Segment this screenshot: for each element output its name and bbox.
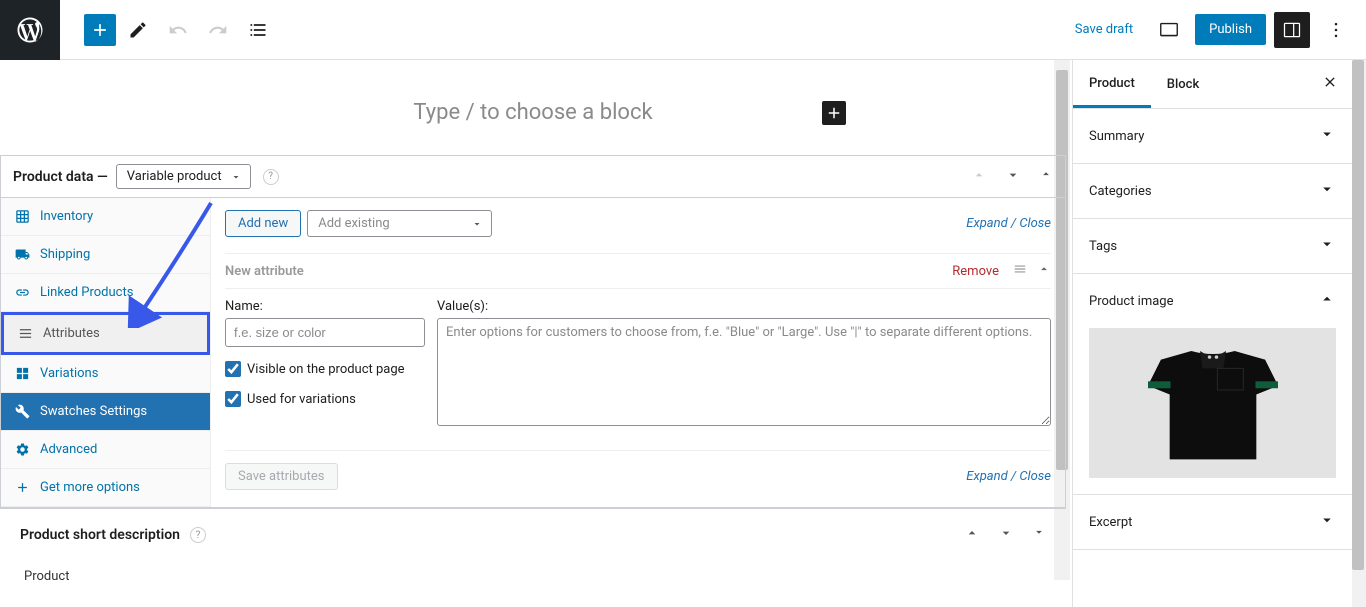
- outer-scroll-thumb[interactable]: [1352, 60, 1364, 570]
- new-attribute-label: New attribute: [225, 264, 304, 279]
- expand-close-link[interactable]: Expand / Close: [966, 216, 1051, 231]
- product-image-preview[interactable]: [1073, 328, 1352, 494]
- collapse-attr-icon[interactable]: [1037, 262, 1051, 280]
- bottom-product-label: Product: [0, 561, 1066, 592]
- used-variations-checkbox[interactable]: [225, 391, 241, 407]
- short-desc-collapse-icon[interactable]: [1032, 525, 1046, 545]
- tab-swatches-settings[interactable]: Swatches Settings: [1, 393, 210, 431]
- chevron-down-icon: [1318, 511, 1336, 533]
- editor-area: Type / to choose a block Product data — …: [0, 60, 1066, 607]
- panel-tags-header[interactable]: Tags: [1073, 219, 1352, 273]
- short-description-panel: Product short description ?: [0, 508, 1066, 561]
- sidebar-tab-block[interactable]: Block: [1151, 63, 1215, 106]
- product-data-header: Product data — Variable product ?: [1, 156, 1065, 198]
- product-type-select[interactable]: Variable product: [116, 164, 251, 189]
- product-data-body: Inventory Shipping Linked Products Attri…: [1, 198, 1065, 507]
- tab-advanced[interactable]: Advanced: [1, 431, 210, 469]
- chevron-up-icon: [1318, 290, 1336, 312]
- product-data-label: Product data —: [13, 169, 108, 185]
- close-sidebar-icon[interactable]: [1308, 60, 1352, 108]
- attribute-form: Name: Visible on the product page Used f…: [225, 288, 1051, 430]
- publish-button[interactable]: Publish: [1195, 14, 1266, 45]
- panel-categories: Categories: [1073, 164, 1352, 219]
- chevron-down-icon: [1318, 235, 1336, 257]
- sidebar-tabs: Product Block: [1073, 60, 1352, 109]
- block-placeholder-text[interactable]: Type / to choose a block: [413, 100, 652, 125]
- options-icon[interactable]: [1318, 12, 1354, 48]
- tab-shipping[interactable]: Shipping: [1, 236, 210, 274]
- short-desc-down-icon[interactable]: [998, 525, 1014, 545]
- remove-link[interactable]: Remove: [952, 264, 999, 279]
- tab-get-more-options[interactable]: Get more options: [1, 469, 210, 507]
- add-new-button[interactable]: Add new: [225, 210, 301, 237]
- sidebar-tab-product[interactable]: Product: [1073, 62, 1151, 108]
- panel-excerpt: Excerpt: [1073, 495, 1352, 550]
- attributes-content: Add new Add existing Expand / Close New …: [211, 198, 1065, 507]
- help-icon[interactable]: ?: [263, 169, 279, 185]
- panel-tags: Tags: [1073, 219, 1352, 274]
- toggle-block-inserter[interactable]: [84, 14, 116, 46]
- panel-categories-header[interactable]: Categories: [1073, 164, 1352, 218]
- panel-summary: Summary: [1073, 109, 1352, 164]
- panel-collapse-icon[interactable]: [1039, 167, 1053, 187]
- save-attributes-button[interactable]: Save attributes: [225, 463, 338, 490]
- short-desc-label: Product short description: [20, 527, 180, 543]
- settings-toggle[interactable]: [1274, 12, 1310, 48]
- panel-down-icon[interactable]: [1005, 167, 1021, 187]
- expand-close-link-bottom[interactable]: Expand / Close: [966, 469, 1051, 484]
- inline-inserter[interactable]: [822, 101, 846, 125]
- tabs-sidebar: Inventory Shipping Linked Products Attri…: [1, 198, 211, 507]
- panel-product-image: Product image: [1073, 274, 1352, 495]
- tab-inventory[interactable]: Inventory: [1, 198, 210, 236]
- undo-icon[interactable]: [160, 12, 196, 48]
- visible-checkbox-label: Visible on the product page: [247, 362, 405, 377]
- short-desc-up-icon[interactable]: [964, 525, 980, 545]
- tab-linked-products[interactable]: Linked Products: [1, 274, 210, 312]
- block-placeholder-row: Type / to choose a block: [0, 60, 1066, 155]
- add-existing-select[interactable]: Add existing: [307, 210, 492, 237]
- tools-icon[interactable]: [120, 12, 156, 48]
- used-variations-label: Used for variations: [247, 392, 356, 407]
- drag-icon[interactable]: [1013, 262, 1027, 280]
- new-attribute-header: New attribute Remove: [225, 253, 1051, 288]
- chevron-down-icon: [1318, 125, 1336, 147]
- preview-icon[interactable]: [1151, 12, 1187, 48]
- name-label: Name:: [225, 299, 425, 314]
- redo-icon[interactable]: [200, 12, 236, 48]
- chevron-down-icon: [1318, 180, 1336, 202]
- panel-up-icon[interactable]: [971, 167, 987, 187]
- top-toolbar: Save draft Publish: [0, 0, 1366, 60]
- short-desc-toggles: [964, 525, 1046, 545]
- save-draft-button[interactable]: Save draft: [1065, 16, 1143, 43]
- short-desc-help-icon[interactable]: ?: [190, 527, 206, 543]
- attribute-values-textarea[interactable]: [437, 318, 1051, 426]
- wordpress-logo[interactable]: [0, 0, 60, 60]
- list-view-icon[interactable]: [240, 12, 276, 48]
- panel-toggles: [971, 167, 1053, 187]
- attribute-name-input[interactable]: [225, 318, 425, 347]
- product-data-panel: Product data — Variable product ? Invent…: [0, 155, 1066, 508]
- tab-variations[interactable]: Variations: [1, 355, 210, 393]
- panel-product-image-header[interactable]: Product image: [1073, 274, 1352, 328]
- panel-excerpt-header[interactable]: Excerpt: [1073, 495, 1352, 549]
- values-label: Value(s):: [437, 299, 1051, 314]
- panel-summary-header[interactable]: Summary: [1073, 109, 1352, 163]
- visible-checkbox[interactable]: [225, 361, 241, 377]
- settings-sidebar: Product Block Summary Categories Tags Pr…: [1072, 60, 1352, 607]
- tab-attributes[interactable]: Attributes: [1, 312, 210, 355]
